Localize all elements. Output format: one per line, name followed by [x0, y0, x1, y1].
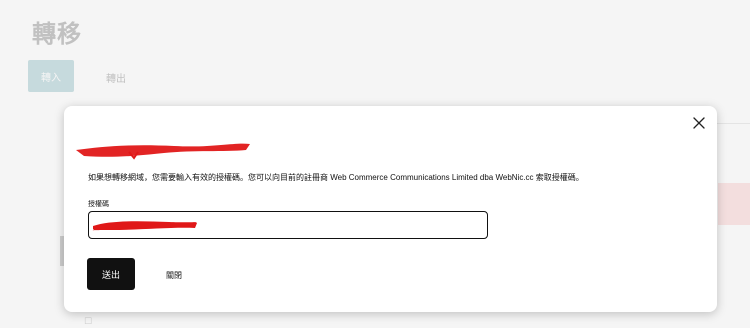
- auth-code-input[interactable]: [88, 211, 488, 239]
- dialog-description: 如果想轉移網域，您需要輸入有效的授權碼。您可以向目前的註冊商 Web Comme…: [88, 173, 584, 182]
- auth-code-redacted: [91, 218, 201, 237]
- submit-button[interactable]: 送出: [87, 258, 135, 290]
- close-button[interactable]: 關閉: [166, 270, 182, 281]
- auth-code-label: 授權碼: [88, 201, 109, 208]
- transfer-auth-dialog: 如果想轉移網域，您需要輸入有效的授權碼。您可以向目前的註冊商 Web Comme…: [64, 106, 717, 312]
- close-icon[interactable]: [691, 115, 707, 131]
- dialog-title-redacted: [74, 138, 254, 167]
